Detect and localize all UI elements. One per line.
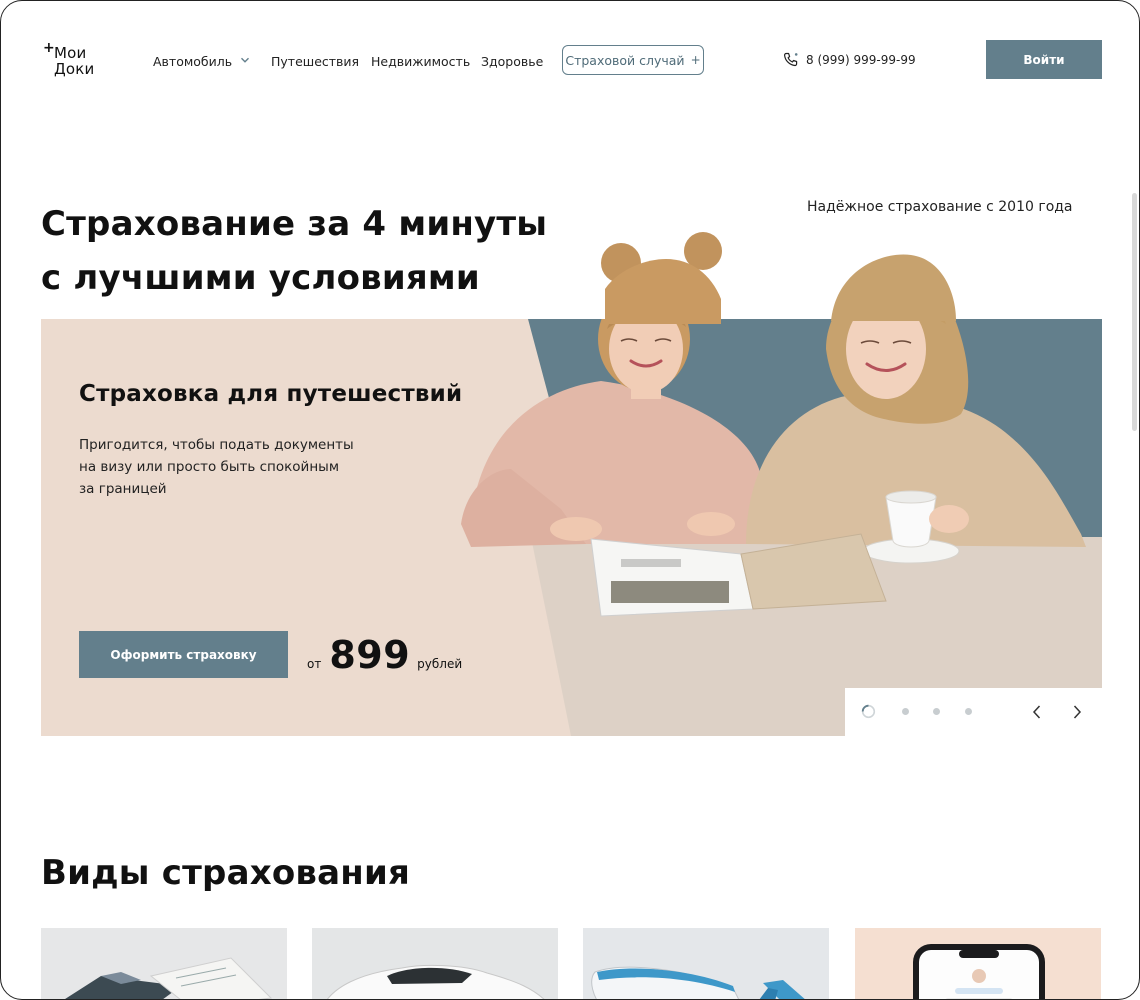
insurance-card-phone[interactable]: [855, 928, 1101, 999]
chevron-down-icon: [240, 55, 250, 65]
order-insurance-button[interactable]: Оформить страховку: [79, 631, 288, 678]
price-currency: рублей: [417, 657, 463, 671]
insurance-claim-button[interactable]: Страховой случай +: [562, 45, 704, 75]
plus-icon: +: [690, 53, 701, 67]
trust-tagline: Надёжное страхование с 2010 года: [807, 199, 1073, 215]
nav-item-label: Здоровье: [481, 53, 544, 69]
scrollbar[interactable]: [1132, 193, 1137, 431]
card-image-airplane: [583, 928, 829, 999]
price: от 899 рублей: [307, 633, 462, 677]
banner-title: Страховка для путешествий: [79, 381, 463, 407]
slider-dot[interactable]: [965, 708, 972, 715]
page-frame: + Мои Доки Автомобиль Путешествия Недвиж…: [0, 0, 1140, 1000]
slider-dot[interactable]: [933, 708, 940, 715]
slider-controls: [845, 688, 1102, 736]
hero-title: Страхование за 4 минуты с лучшими услови…: [41, 197, 601, 305]
insurance-card-car[interactable]: [312, 928, 558, 999]
login-button[interactable]: Войти: [986, 40, 1102, 79]
section-title: Виды страхования: [41, 853, 411, 893]
card-image-documents: [41, 928, 287, 999]
nav-item-health[interactable]: Здоровье: [481, 51, 543, 71]
banner-description: Пригодится, чтобы подать документы на ви…: [79, 434, 369, 500]
nav-item-label: Автомобиль: [153, 53, 233, 69]
insurance-card-documents[interactable]: [41, 928, 287, 999]
logo-line-2: Доки: [54, 60, 95, 78]
phone-number: 8 (999) 999-99-99: [806, 53, 916, 67]
photo-hair-top: [831, 254, 956, 321]
chevron-right-icon[interactable]: [1067, 702, 1087, 722]
logo[interactable]: + Мои Доки: [43, 40, 103, 79]
nav-item-travel[interactable]: Путешествия: [271, 51, 359, 71]
chevron-left-icon[interactable]: [1027, 702, 1047, 722]
nav-item-auto[interactable]: Автомобиль: [153, 51, 250, 71]
price-amount: 899: [329, 633, 411, 677]
photo-hair-buns: [601, 232, 722, 324]
banner-description-line-2: на визу или просто быть спокойным: [79, 459, 340, 475]
slider-dot[interactable]: [902, 708, 909, 715]
hero-title-line-2: с лучшими условиями: [41, 258, 480, 298]
slider-dot-active[interactable]: [861, 704, 876, 719]
nav-item-realty[interactable]: Недвижимость: [371, 51, 470, 71]
logo-plus: +: [43, 40, 55, 56]
logo-line-1: Мои: [54, 44, 87, 62]
banner-description-line-3: за границей: [79, 481, 167, 497]
claim-button-label: Страховой случай: [565, 52, 685, 68]
card-image-smartphone: [855, 928, 1101, 999]
price-from-label: от: [307, 657, 322, 671]
hero-title-line-1: Страхование за 4 минуты: [41, 204, 548, 244]
nav-item-label: Недвижимость: [371, 53, 471, 69]
phone-link[interactable]: 8 (999) 999-99-99: [782, 49, 916, 71]
insurance-card-airplane[interactable]: [583, 928, 829, 999]
phone-icon: [782, 51, 800, 69]
nav-item-label: Путешествия: [271, 53, 360, 69]
banner-description-line-1: Пригодится, чтобы подать документы: [79, 437, 354, 453]
card-image-car: [312, 928, 558, 999]
